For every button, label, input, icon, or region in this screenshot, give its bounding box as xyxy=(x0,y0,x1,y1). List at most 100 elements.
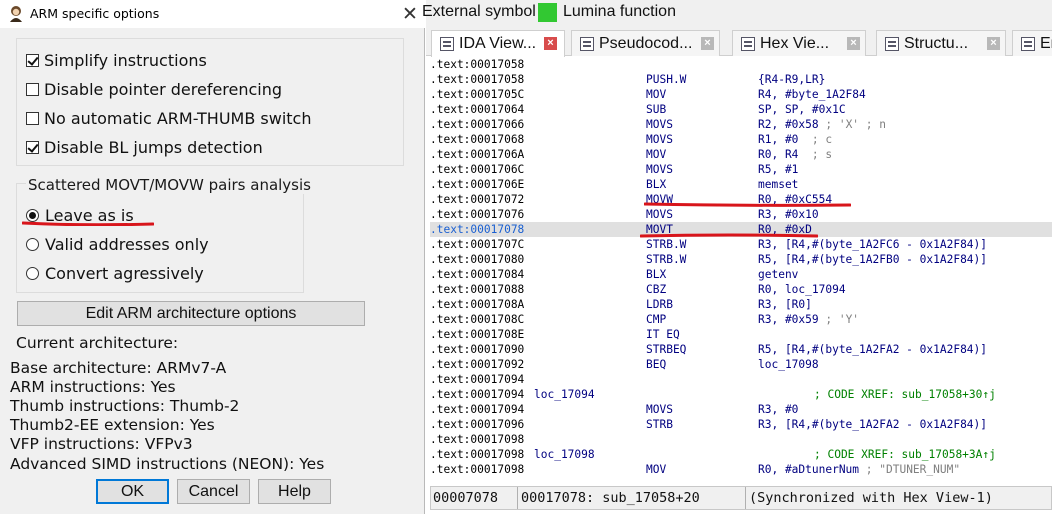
help-button[interactable]: Help xyxy=(258,479,331,504)
lumina-color-swatch xyxy=(538,3,557,22)
close-tab-icon[interactable]: × xyxy=(544,37,557,50)
ok-button[interactable]: OK xyxy=(96,479,169,504)
valid-addresses-only-radio[interactable]: Valid addresses only xyxy=(26,232,209,256)
listing-row[interactable]: .text:00017058 xyxy=(430,57,1052,72)
row-address: .text:00017072 xyxy=(430,193,525,206)
row-mnemonic: MOVS xyxy=(646,163,673,176)
simplify-instructions-checkbox[interactable]: Simplify instructions xyxy=(26,48,207,72)
row-address: .text:00017066 xyxy=(430,118,525,131)
listing-row[interactable]: .text:0001706E BLX memset xyxy=(430,177,1052,192)
checkbox-icon[interactable] xyxy=(26,111,39,125)
radio-icon[interactable] xyxy=(26,208,39,222)
listing-row[interactable]: .text:0001708E IT EQ xyxy=(430,327,1052,342)
legend-external-symbol: External symbol xyxy=(422,3,536,20)
checkbox-icon[interactable] xyxy=(26,140,39,154)
listing-row[interactable]: .text:00017098 loc_17098 ; CODE XREF: sub_… xyxy=(430,447,1052,462)
arch-info-arm: ARM instructions: Yes xyxy=(10,378,176,396)
listing-row[interactable]: .text:00017098 MOV R0, #aDtunerNum ; "DTUN… xyxy=(430,462,1052,477)
arch-info-neon: Advanced SIMD instructions (NEON): Yes xyxy=(10,455,325,473)
row-xref: ; CODE XREF: sub_17058+3A↑j xyxy=(814,448,996,461)
listing-row[interactable]: .text:0001707C STRB.W R3, [R4,#(byte_1A2FC… xyxy=(430,237,1052,252)
row-mnemonic: BEQ xyxy=(646,358,667,371)
row-address: .text:00017098 xyxy=(430,433,525,446)
listing-row[interactable]: .text:00017064 SUB SP, SP, #0x1C xyxy=(430,102,1052,117)
row-mnemonic: BLX xyxy=(646,268,667,281)
radio-icon[interactable] xyxy=(26,266,39,280)
row-operands: loc_17098 xyxy=(758,358,819,371)
tab-structures[interactable]: Structu... × xyxy=(876,30,1006,56)
close-tab-icon[interactable]: × xyxy=(701,37,714,50)
movt-movw-group-title: Scattered MOVT/MOVW pairs analysis xyxy=(26,176,313,194)
edit-arm-architecture-options-button[interactable]: Edit ARM architecture options xyxy=(17,301,365,326)
listing-row[interactable]: .text:0001708A LDRB R3, [R0] xyxy=(430,297,1052,312)
ida-main-area: External symbol Lumina function IDA View… xyxy=(422,0,1052,514)
row-operands: memset xyxy=(758,178,799,191)
pseudocode-icon xyxy=(580,36,594,51)
checkbox-icon[interactable] xyxy=(26,53,39,67)
row-operands: {R4-R9,LR} xyxy=(758,73,826,86)
arm-options-dialog: ARM specific options ✕ Simplify instruct… xyxy=(0,0,425,514)
tab-hex-view[interactable]: Hex Vie... × xyxy=(732,30,866,56)
row-address: .text:0001705C xyxy=(430,88,525,101)
listing-row[interactable]: .text:00017094 MOVS R3, #0 xyxy=(430,402,1052,417)
row-mnemonic: STRB.W xyxy=(646,238,687,251)
row-mnemonic: MOVS xyxy=(646,403,673,416)
row-address: .text:0001708C xyxy=(430,313,525,326)
listing-row[interactable]: .text:00017084 BLX getenv xyxy=(430,267,1052,282)
no-auto-arm-thumb-switch-checkbox[interactable]: No automatic ARM-THUMB switch xyxy=(26,106,311,130)
close-tab-icon[interactable]: × xyxy=(847,37,860,50)
hex-view-icon xyxy=(741,36,755,51)
listing-row[interactable]: .text:00017058 PUSH.W {R4-R9,LR} xyxy=(430,72,1052,87)
row-operands: R0, loc_17094 xyxy=(758,283,846,296)
row-operand-group: R0, #aDtunerNum ; "DTUNER_NUM" xyxy=(758,462,960,477)
row-comment: ; s xyxy=(811,148,833,161)
row-operands: getenv xyxy=(758,268,799,281)
legend-lumina-function: Lumina function xyxy=(563,3,676,20)
listing-row[interactable]: .text:00017094 xyxy=(430,372,1052,387)
row-address: .text:00017078 xyxy=(430,223,525,236)
listing-row[interactable]: .text:00017088 CBZ R0, loc_17094 xyxy=(430,282,1052,297)
listing-row[interactable]: .text:0001705C MOV R4, #byte_1A2F84 xyxy=(430,87,1052,102)
row-address: .text:0001706A xyxy=(430,148,525,161)
listing-row[interactable]: .text:00017094 loc_17094 ; CODE XREF: sub_… xyxy=(430,387,1052,402)
arch-info-thumb: Thumb instructions: Thumb-2 xyxy=(10,397,240,415)
close-icon[interactable]: ✕ xyxy=(398,2,422,26)
row-operands: R3, #0 xyxy=(758,403,799,416)
checkbox-icon[interactable] xyxy=(26,82,39,96)
listing-row[interactable]: .text:0001706C MOVS R5, #1 xyxy=(430,162,1052,177)
tab-label: Hex Vie... xyxy=(760,34,830,52)
disassembly-listing[interactable]: .text:00017058 .text:00017058 PUSH.W {R4-R9… xyxy=(430,57,1052,482)
row-xref: ; CODE XREF: sub_17058+30↑j xyxy=(814,388,996,401)
listing-row[interactable]: .text:00017076 MOVS R3, #0x10 xyxy=(430,207,1052,222)
listing-row[interactable]: .text:00017080 STRB.W R5, [R4,#(byte_1A2FB… xyxy=(430,252,1052,267)
cancel-button[interactable]: Cancel xyxy=(177,479,250,504)
tab-ida-view[interactable]: IDA View... × xyxy=(431,30,565,57)
row-address: .text:00017094 xyxy=(430,373,525,386)
row-comment: ; "DTUNER_NUM" xyxy=(865,463,961,476)
row-address: .text:0001708E xyxy=(430,328,525,341)
dialog-title: ARM specific options xyxy=(30,6,160,21)
disable-bl-jumps-detection-checkbox[interactable]: Disable BL jumps detection xyxy=(26,135,263,159)
listing-row[interactable]: .text:0001706A MOV R0, R4 ; s xyxy=(430,147,1052,162)
convert-agressively-radio[interactable]: Convert agressively xyxy=(26,261,204,285)
structures-icon xyxy=(885,36,899,51)
listing-row[interactable]: .text:00017098 xyxy=(430,432,1052,447)
listing-row[interactable]: .text:00017096 STRB R3, [R4,#(byte_1A2FA2 … xyxy=(430,417,1052,432)
close-tab-icon[interactable]: × xyxy=(987,37,1000,50)
row-address: .text:00017088 xyxy=(430,283,525,296)
row-address: .text:00017080 xyxy=(430,253,525,266)
row-operands: R3, [R4,#(byte_1A2FC6 - 0x1A2F84)] xyxy=(758,238,988,251)
listing-row[interactable]: .text:00017066 MOVS R2, #0x58 ; 'X' ; n xyxy=(430,117,1052,132)
tab-label: Structu... xyxy=(904,34,969,52)
row-address: .text:00017094 xyxy=(430,388,525,401)
listing-row[interactable]: .text:00017090 STRBEQ R5, [R4,#(byte_1A2FA… xyxy=(430,342,1052,357)
tab-pseudocode[interactable]: Pseudocod... × xyxy=(571,30,720,56)
listing-row[interactable]: .text:0001708C CMP R3, #0x59 ; 'Y' xyxy=(430,312,1052,327)
row-mnemonic: MOVS xyxy=(646,133,673,146)
listing-row[interactable]: .text:00017068 MOVS R1, #0 ; c xyxy=(430,132,1052,147)
listing-row[interactable]: .text:00017092 BEQ loc_17098 xyxy=(430,357,1052,372)
radio-icon[interactable] xyxy=(26,237,39,251)
listing-statusbar: 00007078 00017078: sub_17058+20 (Synchro… xyxy=(430,486,1052,510)
disable-pointer-dereferencing-checkbox[interactable]: Disable pointer dereferencing xyxy=(26,77,282,101)
tab-enums[interactable]: En xyxy=(1012,30,1052,56)
